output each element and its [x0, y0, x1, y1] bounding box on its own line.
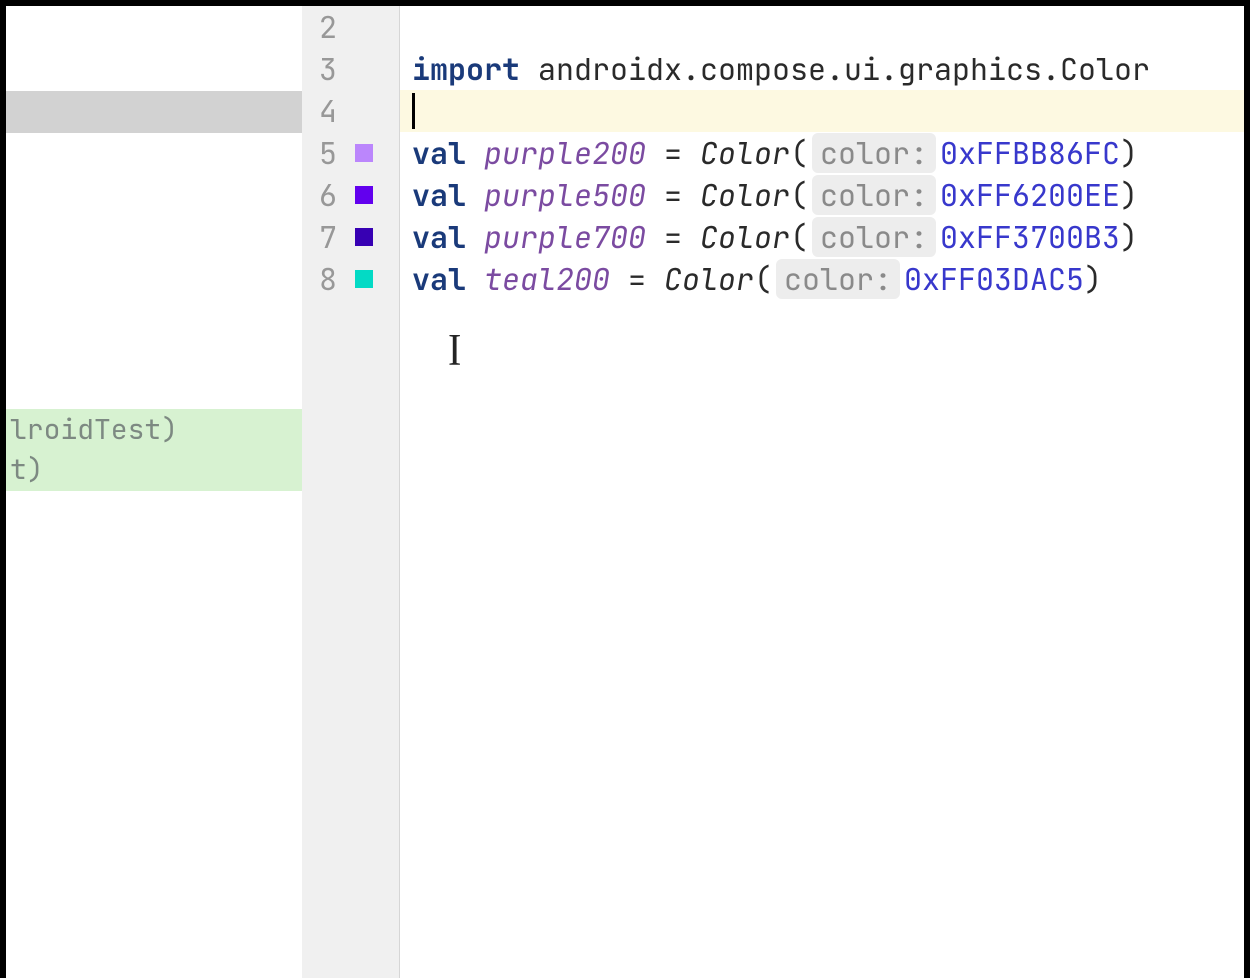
color-swatch-icon[interactable]	[355, 228, 373, 246]
token-normal: =	[646, 133, 700, 173]
token-normal	[466, 133, 484, 173]
token-hint: color:	[812, 175, 936, 215]
token-hint: color:	[812, 217, 936, 257]
token-normal: =	[610, 259, 664, 299]
token-normal: =	[646, 175, 700, 215]
line-number: 8	[302, 259, 337, 299]
current-line-highlight	[400, 90, 1244, 132]
gutter-line-2[interactable]: 2	[302, 6, 399, 48]
token-type: Color	[700, 133, 790, 173]
line-number: 3	[302, 49, 337, 89]
code-line-3[interactable]: import androidx.compose.ui.graphics.Colo…	[412, 48, 1150, 90]
side-panel-selection[interactable]	[6, 91, 302, 133]
gutter-line-4[interactable]: 4	[302, 90, 399, 132]
editor-gutter[interactable]: 2345678	[302, 6, 400, 978]
token-normal: (	[790, 133, 808, 173]
token-type: Color	[664, 259, 754, 299]
token-hexval: 0xFFBB86FC	[940, 133, 1120, 173]
token-normal: )	[1120, 133, 1138, 173]
token-normal: (	[790, 217, 808, 257]
token-normal	[466, 259, 484, 299]
line-number: 2	[302, 7, 337, 47]
gutter-line-3[interactable]: 3	[302, 48, 399, 90]
gutter-line-5[interactable]: 5	[302, 132, 399, 174]
color-swatch-icon[interactable]	[355, 270, 373, 288]
line-number: 4	[302, 91, 337, 131]
code-line-8[interactable]: val teal200 = Color(color:0xFF03DAC5)	[412, 258, 1102, 300]
token-hexval: 0xFF3700B3	[940, 217, 1120, 257]
token-hexval: 0xFF03DAC5	[904, 259, 1084, 299]
token-normal	[466, 217, 484, 257]
gutter-line-8[interactable]: 8	[302, 258, 399, 300]
token-ident: purple200	[484, 133, 646, 173]
token-normal: androidx.compose.ui.graphics.Color	[520, 49, 1150, 89]
token-hexval: 0xFF6200EE	[940, 175, 1120, 215]
token-kw: import	[412, 49, 520, 89]
token-normal: )	[1120, 217, 1138, 257]
line-number: 7	[302, 217, 337, 257]
ide-root: lroidTest) t) 2345678 import androidx.co…	[0, 0, 1250, 978]
code-line-7[interactable]: val purple700 = Color(color:0xFF3700B3)	[412, 216, 1138, 258]
project-side-panel[interactable]: lroidTest) t)	[0, 6, 302, 978]
line-number: 5	[302, 133, 337, 173]
token-ident: teal200	[484, 259, 610, 299]
gutter-line-7[interactable]: 7	[302, 216, 399, 258]
token-kw: val	[412, 175, 466, 215]
side-label-line2: t)	[10, 450, 302, 490]
token-normal: )	[1120, 175, 1138, 215]
token-kw: val	[412, 259, 466, 299]
text-caret	[412, 93, 415, 129]
test-sources-indicator[interactable]: lroidTest) t)	[6, 409, 302, 491]
token-normal: (	[754, 259, 772, 299]
token-ident: purple700	[484, 217, 646, 257]
token-hint: color:	[812, 133, 936, 173]
text-cursor-icon: I	[448, 322, 461, 376]
token-hint: color:	[776, 259, 900, 299]
side-label-line1: lroidTest)	[10, 410, 302, 450]
token-type: Color	[700, 175, 790, 215]
gutter-line-6[interactable]: 6	[302, 174, 399, 216]
token-normal: (	[790, 175, 808, 215]
token-normal	[466, 175, 484, 215]
token-normal: =	[646, 217, 700, 257]
code-editor[interactable]: import androidx.compose.ui.graphics.Colo…	[400, 6, 1250, 978]
code-line-5[interactable]: val purple200 = Color(color:0xFFBB86FC)	[412, 132, 1138, 174]
token-ident: purple500	[484, 175, 646, 215]
token-kw: val	[412, 217, 466, 257]
token-normal: )	[1084, 259, 1102, 299]
line-number: 6	[302, 175, 337, 215]
color-swatch-icon[interactable]	[355, 186, 373, 204]
color-swatch-icon[interactable]	[355, 144, 373, 162]
token-kw: val	[412, 133, 466, 173]
token-type: Color	[700, 217, 790, 257]
code-line-6[interactable]: val purple500 = Color(color:0xFF6200EE)	[412, 174, 1138, 216]
